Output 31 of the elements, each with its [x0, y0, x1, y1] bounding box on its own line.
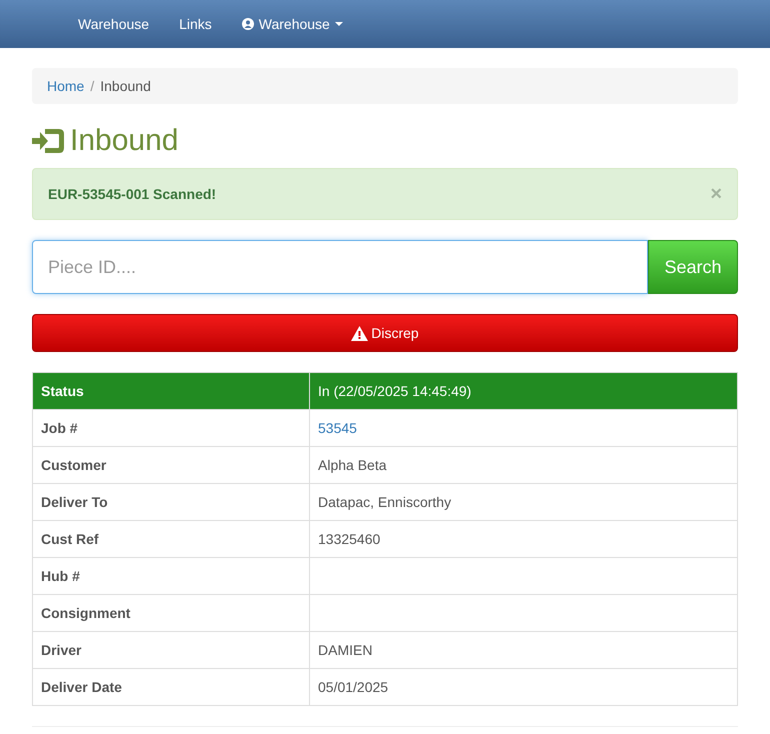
field-label: Customer: [32, 446, 310, 484]
nav-link[interactable]: Warehouse: [63, 14, 164, 34]
breadcrumb-item[interactable]: Inbound: [100, 76, 151, 96]
field-label: Deliver To: [32, 484, 310, 520]
job-link[interactable]: 53545: [318, 420, 357, 436]
field-label: Consignment: [32, 594, 310, 632]
caret-icon: [334, 22, 343, 26]
nav-dropdown[interactable]: Warehouse: [226, 14, 358, 34]
field-value: In (22/05/2025 14:45:49): [310, 372, 738, 410]
user-icon: [242, 18, 254, 30]
discrep-button[interactable]: Discrep: [32, 314, 738, 352]
sign-in-icon: [32, 127, 66, 155]
breadcrumb-item[interactable]: Home: [47, 76, 84, 96]
field-value: 13325460: [310, 520, 738, 558]
page-title: Inbound: [70, 126, 178, 156]
nav-link[interactable]: Links: [164, 14, 227, 34]
field-value: DAMIEN: [310, 632, 738, 668]
field-label: Status: [32, 372, 310, 410]
field-value: Datapac, Enniscorthy: [310, 484, 738, 520]
field-value: 05/01/2025: [310, 668, 738, 706]
search-field[interactable]: Piece ID....: [32, 240, 648, 294]
field-label: Cust Ref: [32, 520, 310, 558]
field-label: Driver: [32, 632, 310, 668]
field-label: Job #: [32, 410, 310, 446]
field-label: Hub #: [32, 558, 310, 594]
field-value: Alpha Beta: [310, 446, 738, 484]
field-label: Deliver Date: [32, 668, 310, 706]
warning-icon: [351, 326, 368, 340]
alert-message: EUR-53545-001 Scanned!: [48, 184, 216, 204]
breadcrumb-separator: /: [89, 76, 96, 96]
search-button[interactable]: Search: [648, 240, 738, 294]
